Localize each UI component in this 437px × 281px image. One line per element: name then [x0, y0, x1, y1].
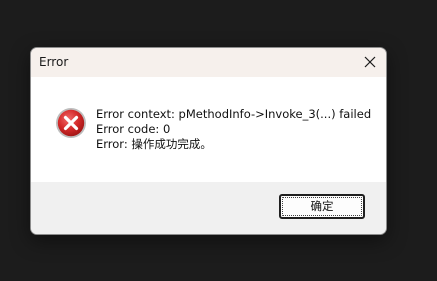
error-context-line: Error context: pMethodInfo->Invoke_3(...… [96, 107, 372, 121]
error-icon [56, 108, 86, 138]
close-button[interactable] [354, 48, 386, 77]
close-icon [364, 56, 376, 68]
error-code-line: Error code: 0 [96, 122, 171, 136]
ok-button[interactable]: 确定 [279, 194, 365, 219]
button-bar: 确定 [31, 182, 386, 234]
dialog-content: Error context: pMethodInfo->Invoke_3(...… [31, 77, 386, 182]
title-bar[interactable]: Error [31, 48, 386, 77]
dialog-title: Error [39, 55, 69, 69]
error-description-line: Error: 操作成功完成。 [96, 137, 212, 151]
error-message: Error context: pMethodInfo->Invoke_3(...… [96, 107, 371, 152]
error-dialog: Error Error context: pMethodInfo->Invoke… [30, 47, 387, 235]
